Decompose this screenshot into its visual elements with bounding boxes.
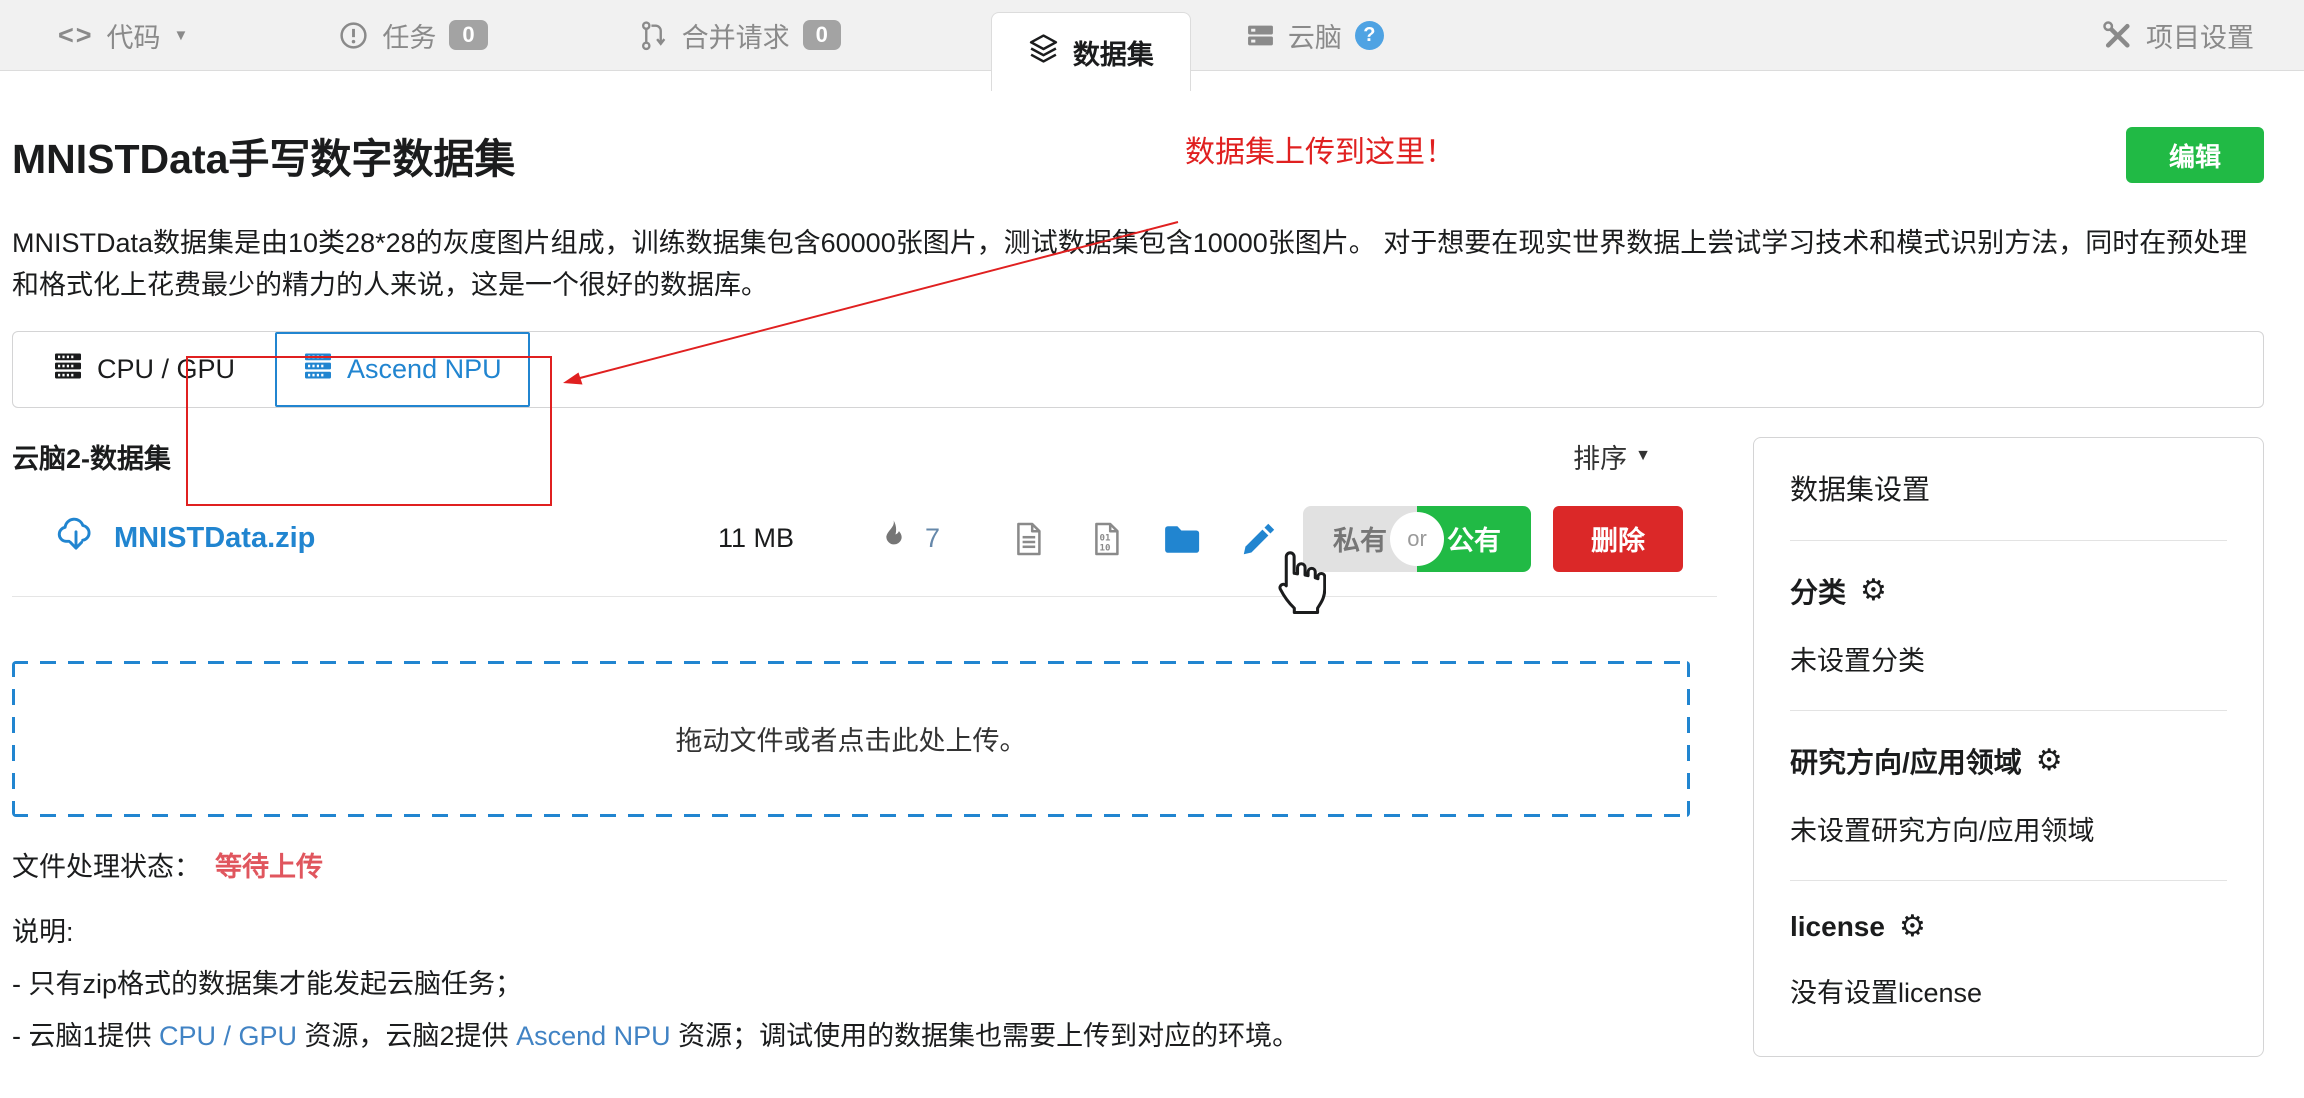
category-label: 分类 <box>1790 571 1846 611</box>
nav-issues[interactable]: 任务 0 <box>338 16 487 55</box>
server-rack-icon <box>303 351 333 388</box>
chevron-down-icon: ▼ <box>1635 448 1651 464</box>
research-field-section: 研究方向/应用领域 ⚙ 未设置研究方向/应用领域 <box>1790 711 2227 881</box>
note-text: 资源；调试使用的数据集也需要上传到对应的环境。 <box>671 1021 1300 1051</box>
nav-pulls-label: 合并请求 <box>682 16 790 55</box>
fire-icon <box>879 519 907 559</box>
hardware-tab-bar: CPU / GPU Ascend NPU <box>12 331 2264 408</box>
dropzone-text: 拖动文件或者点击此处上传。 <box>676 719 1027 758</box>
file-download-link[interactable]: MNISTData.zip <box>54 516 315 562</box>
help-icon[interactable]: ? <box>1355 21 1384 50</box>
nav-code[interactable]: <> 代码 ▼ <box>58 16 188 55</box>
license-value: 没有设置license <box>1790 971 2227 1010</box>
file-info-button[interactable] <box>1010 521 1046 557</box>
notes-title: 说明: <box>12 910 1717 949</box>
page-title: MNISTData手写数字数据集 <box>12 125 515 185</box>
tab-datasets-label: 数据集 <box>1073 33 1154 72</box>
dataset-list-panel: 云脑2-数据集 排序 ▼ MNISTData.zip 11 MB <box>12 437 1717 1053</box>
server-icon <box>1246 21 1275 50</box>
license-label: license <box>1790 911 1885 943</box>
research-field-value: 未设置研究方向/应用领域 <box>1790 809 2227 848</box>
annotation-text: 数据集上传到这里！ <box>1185 127 1455 171</box>
top-navbar: <> 代码 ▼ 任务 0 合并请求 0 数据集 云脑 <box>0 0 2304 71</box>
tools-icon <box>2102 20 2133 51</box>
layers-icon <box>1028 33 1059 71</box>
download-count-value: 7 <box>925 523 940 554</box>
or-label: or <box>1390 512 1444 566</box>
dataset-settings-card: 数据集设置 分类 ⚙ 未设置分类 研究方向/应用领域 ⚙ 未设置研究方向/应用领… <box>1753 437 2264 1057</box>
research-field-label: 研究方向/应用领域 <box>1790 741 2022 781</box>
file-row: MNISTData.zip 11 MB 7 <box>12 506 1717 572</box>
binary-file-button[interactable]: 01 10 <box>1088 521 1124 557</box>
svg-text:10: 10 <box>1100 543 1111 553</box>
cloud-download-icon <box>54 516 98 562</box>
code-icon: <> <box>58 20 94 51</box>
status-value: 等待上传 <box>215 845 323 884</box>
note-line-2: - 云脑1提供 CPU / GPU 资源，云脑2提供 Ascend NPU 资源… <box>12 1014 1717 1053</box>
section-title: 云脑2-数据集 <box>12 437 171 476</box>
nav-cloudbrain-label: 云脑 <box>1288 16 1342 55</box>
nav-cloudbrain[interactable]: 云脑 ? <box>1246 16 1384 55</box>
edit-pencil-button[interactable] <box>1240 520 1278 558</box>
status-label: 文件处理状态： <box>12 845 201 884</box>
tab-cpu-gpu[interactable]: CPU / GPU <box>27 332 261 407</box>
divider <box>12 596 1717 597</box>
folder-button[interactable] <box>1162 522 1202 556</box>
tab-ascend-npu-label: Ascend NPU <box>347 354 502 385</box>
category-section: 分类 ⚙ 未设置分类 <box>1790 541 2227 711</box>
gear-icon[interactable]: ⚙ <box>2036 746 2063 776</box>
issue-icon <box>338 20 369 51</box>
ascend-npu-link[interactable]: Ascend NPU <box>516 1021 671 1051</box>
sidebar-title: 数据集设置 <box>1790 468 2227 541</box>
visibility-toggle[interactable]: 私有 公有 or <box>1303 506 1531 572</box>
tab-datasets-active[interactable]: 数据集 <box>991 12 1191 91</box>
delete-button[interactable]: 删除 <box>1553 506 1683 572</box>
sort-dropdown[interactable]: 排序 ▼ <box>1573 437 1651 476</box>
nav-settings-label: 项目设置 <box>2146 16 2254 55</box>
nav-pulls[interactable]: 合并请求 0 <box>638 16 841 55</box>
gear-icon[interactable]: ⚙ <box>1899 912 1926 942</box>
svg-text:01: 01 <box>1100 533 1111 543</box>
license-section: license ⚙ 没有设置license <box>1790 881 2227 1042</box>
sort-label: 排序 <box>1573 437 1627 476</box>
note-text: 资源，云脑2提供 <box>297 1021 516 1051</box>
download-count: 7 <box>879 519 940 559</box>
issues-count-badge: 0 <box>449 20 487 50</box>
pulls-count-badge: 0 <box>803 20 841 50</box>
tab-ascend-npu[interactable]: Ascend NPU <box>275 332 530 407</box>
edit-button[interactable]: 编辑 <box>2126 127 2264 183</box>
server-rack-icon <box>53 351 83 388</box>
nav-code-label: 代码 <box>107 16 161 55</box>
tab-cpu-gpu-label: CPU / GPU <box>97 354 235 385</box>
gear-icon[interactable]: ⚙ <box>1860 576 1887 606</box>
nav-project-settings[interactable]: 项目设置 <box>2102 16 2254 55</box>
note-text: - 云脑1提供 <box>12 1021 159 1051</box>
file-name: MNISTData.zip <box>114 522 315 555</box>
file-size: 11 MB <box>718 523 794 554</box>
note-line-1: - 只有zip格式的数据集才能发起云脑任务； <box>12 962 1717 1001</box>
category-value: 未设置分类 <box>1790 639 2227 678</box>
nav-issues-label: 任务 <box>382 16 436 55</box>
merge-request-icon <box>638 20 669 51</box>
cpu-gpu-link[interactable]: CPU / GPU <box>159 1021 297 1051</box>
upload-dropzone[interactable]: 拖动文件或者点击此处上传。 <box>12 661 1690 817</box>
dataset-description: MNISTData数据集是由10类28*28的灰度图片组成，训练数据集包含600… <box>12 223 2264 307</box>
chevron-down-icon: ▼ <box>174 28 189 43</box>
main-content: MNISTData手写数字数据集 编辑 MNISTData数据集是由10类28*… <box>12 125 2264 1057</box>
